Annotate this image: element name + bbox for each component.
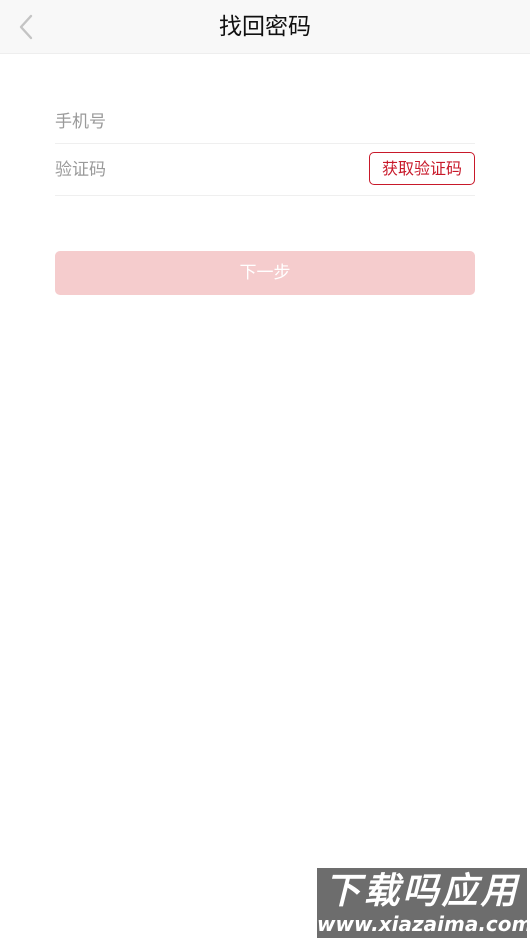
page-title: 找回密码 <box>219 14 311 40</box>
code-row: 获取验证码 <box>55 144 475 196</box>
find-password-form: 获取验证码 <box>55 96 475 196</box>
find-password-page: 找回密码 获取验证码 下一步 下载吗应用 www.xiazaima.com <box>0 0 530 942</box>
phone-row <box>55 96 475 144</box>
watermark-url: www.xiazaima.com <box>317 912 527 936</box>
navigation-bar: 找回密码 <box>0 0 530 54</box>
next-button[interactable]: 下一步 <box>55 251 475 295</box>
phone-input[interactable] <box>55 106 355 138</box>
watermark-title: 下载吗应用 <box>324 871 520 912</box>
verification-code-input[interactable] <box>55 154 355 186</box>
watermark-logo: 下载吗应用 www.xiazaima.com <box>317 868 527 938</box>
get-code-button[interactable]: 获取验证码 <box>369 152 475 185</box>
